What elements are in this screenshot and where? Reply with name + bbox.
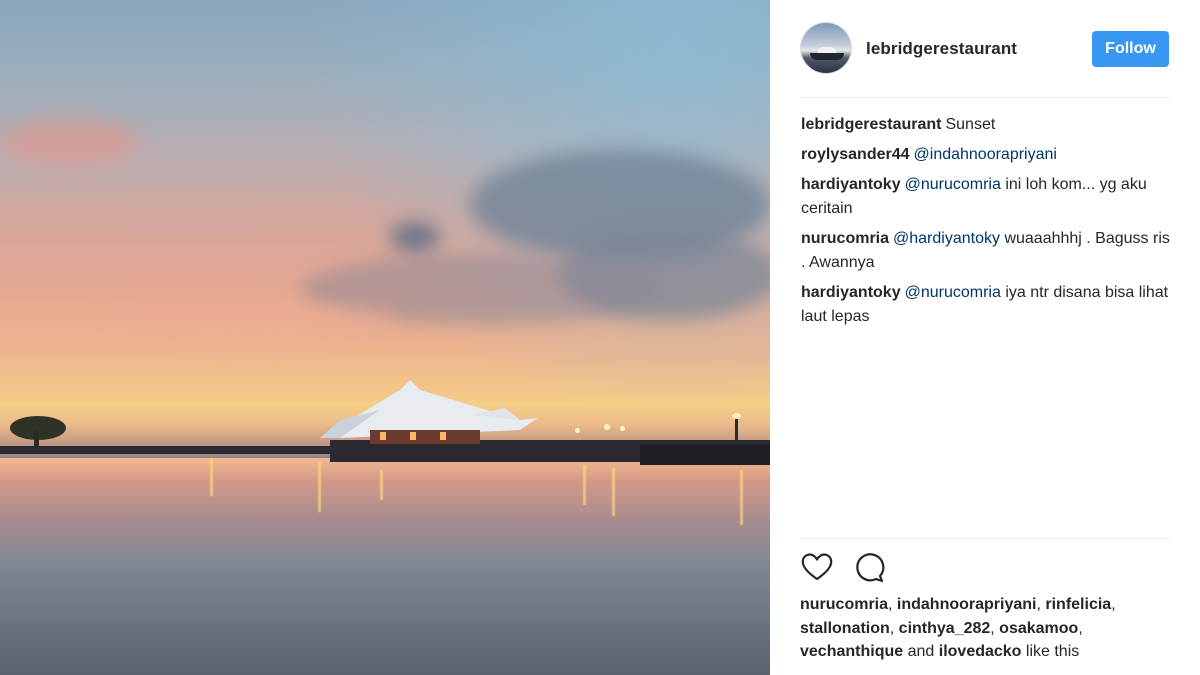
liker-link[interactable]: vechanthique [800,643,903,660]
liker-link[interactable]: stallonation [800,620,890,637]
comment: nurucomria @hardiyantoky wuaaahhhj . Bagu… [801,227,1173,275]
cloud [0,120,140,165]
comment-mention[interactable]: @indahnoorapriyani [914,146,1057,163]
liker-link[interactable]: nurucomria [800,596,888,613]
username-link[interactable]: lebridgerestaurant [866,39,1017,59]
action-bar [800,550,900,584]
post-photo[interactable] [0,0,770,675]
heart-icon[interactable] [800,550,834,584]
avatar[interactable] [800,22,852,74]
cloud [100,300,400,340]
palm-tree-icon [10,416,66,450]
water [0,458,770,675]
comment-mention[interactable]: @hardiyantoky [893,230,1000,247]
likes-summary: nurucomria, indahnoorapriyani, rinfelici… [800,596,1116,660]
comment-author[interactable]: nurucomria [801,230,889,247]
comment-author[interactable]: hardiyantoky [801,284,901,301]
pier-deck [640,445,770,465]
post-sidebar: lebridgerestaurant Follow lebridgerestau… [770,0,1200,675]
liker-link[interactable]: cinthya_282 [899,620,991,637]
likes-suffix: like this [1025,643,1080,660]
liker-link[interactable]: rinfelicia [1045,596,1111,613]
comment: hardiyantoky @nurucomria ini loh kom... y… [801,173,1173,221]
comment-author[interactable]: lebridgerestaurant [801,116,941,133]
follow-button[interactable]: Follow [1092,31,1169,67]
lamp-post [735,415,738,445]
comment-list: lebridgerestaurant Sunset roylysander44 @i… [801,113,1173,335]
tent-pavilion-icon [320,380,538,444]
liker-link[interactable]: indahnoorapriyani [897,596,1037,613]
comment-icon[interactable] [852,550,886,584]
likes-and-word: and [907,643,935,660]
liker-link[interactable]: osakamoo [999,620,1078,637]
post-header: lebridgerestaurant Follow [800,22,1170,76]
comment: roylysander44 @indahnoorapriyani [801,143,1173,167]
liker-link[interactable]: ilovedacko [939,643,1022,660]
comment-author[interactable]: hardiyantoky [801,176,901,193]
comment: hardiyantoky @nurucomria iya ntr disana b… [801,281,1173,329]
comment-mention[interactable]: @nurucomria [905,284,1001,301]
caption: lebridgerestaurant Sunset [801,113,1173,137]
cloud [390,222,440,252]
comment-author[interactable]: roylysander44 [801,146,910,163]
comment-text: Sunset [945,116,996,133]
actions-divider [800,538,1170,539]
header-divider [800,97,1170,98]
comment-mention[interactable]: @nurucomria [905,176,1001,193]
